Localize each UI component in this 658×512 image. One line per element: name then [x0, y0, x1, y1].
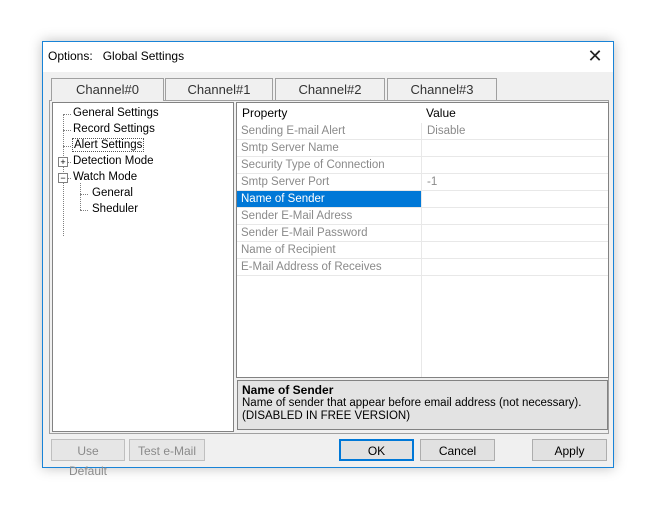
close-icon[interactable]: ✕: [585, 46, 605, 66]
row-property: Sending E-mail Alert: [241, 125, 346, 137]
row-value[interactable]: -1: [421, 174, 608, 190]
grid-row[interactable]: Sender E-Mail Password: [237, 225, 608, 242]
column-header-value: Value: [426, 106, 456, 120]
row-property: Sender E-Mail Adress: [241, 210, 353, 222]
grid-row[interactable]: Sending E-mail Alert Disable: [237, 123, 608, 140]
tab-channel-3[interactable]: Channel#3: [387, 78, 497, 100]
row-property: Smtp Server Name: [241, 142, 339, 154]
window-title: Options: Global Settings: [48, 49, 185, 63]
row-value[interactable]: [421, 191, 608, 207]
use-default-button[interactable]: Use Default: [51, 439, 125, 478]
row-property: Sender E-Mail Password: [241, 227, 368, 239]
row-value[interactable]: [421, 225, 608, 241]
tree-item-general-settings[interactable]: General Settings: [73, 107, 159, 119]
row-value[interactable]: Disable: [421, 123, 608, 139]
row-property: Name of Recipient: [241, 244, 336, 256]
property-grid: Property Value Sending E-mail Alert Disa…: [236, 102, 609, 378]
description-title: Name of Sender: [242, 383, 334, 397]
grid-row-selected[interactable]: Name of Sender: [237, 191, 608, 208]
row-property: Smtp Server Port: [241, 176, 330, 188]
row-value[interactable]: [421, 242, 608, 258]
tab-channel-1[interactable]: Channel#1: [165, 78, 273, 100]
description-line-1: Name of sender that appear before email …: [242, 397, 582, 409]
row-value[interactable]: [421, 259, 608, 275]
row-value[interactable]: [421, 157, 608, 173]
tree-item-watch-mode[interactable]: Watch Mode: [73, 171, 137, 183]
collapse-icon[interactable]: −: [58, 173, 68, 183]
description-line-2: (DISABLED IN FREE VERSION): [242, 410, 411, 422]
tree-item-sheduler[interactable]: Sheduler: [92, 203, 138, 215]
test-email-button[interactable]: Test e-Mail: [129, 439, 205, 461]
tree-line: [63, 146, 71, 147]
column-header-property: Property: [242, 106, 288, 120]
grid-row[interactable]: Smtp Server Port -1: [237, 174, 608, 191]
row-property: E-Mail Address of Receives: [241, 261, 382, 273]
row-property: Security Type of Connection: [241, 159, 385, 171]
tree-line: [80, 194, 88, 195]
tree-line: [63, 114, 71, 115]
grid-row[interactable]: Name of Recipient: [237, 242, 608, 259]
grid-row[interactable]: E-Mail Address of Receives: [237, 259, 608, 276]
title-bar: Options: Global Settings ✕: [43, 42, 613, 72]
tree-line: [80, 210, 88, 211]
settings-tree: General Settings Record Settings Alert S…: [52, 102, 234, 432]
apply-button[interactable]: Apply: [532, 439, 607, 461]
cancel-button[interactable]: Cancel: [420, 439, 495, 461]
tree-line: [80, 183, 81, 210]
grid-row[interactable]: Sender E-Mail Adress: [237, 208, 608, 225]
tree-item-alert-settings[interactable]: Alert Settings: [71, 138, 145, 152]
ok-button[interactable]: OK: [339, 439, 414, 461]
property-description: Name of Sender Name of sender that appea…: [237, 380, 608, 430]
row-property: Name of Sender: [237, 191, 421, 207]
tab-channel-0[interactable]: Channel#0: [51, 78, 164, 101]
row-value[interactable]: [421, 208, 608, 224]
options-dialog: Options: Global Settings ✕ Channel#0 Cha…: [42, 41, 614, 478]
tree-item-general[interactable]: General: [92, 187, 133, 199]
tree-line: [63, 130, 71, 131]
tree-item-detection-mode[interactable]: Detection Mode: [73, 155, 154, 167]
expand-icon[interactable]: +: [58, 157, 68, 167]
grid-row[interactable]: Security Type of Connection: [237, 157, 608, 174]
row-value[interactable]: [421, 140, 608, 156]
grid-row[interactable]: Smtp Server Name: [237, 140, 608, 157]
tree-item-record-settings[interactable]: Record Settings: [73, 123, 155, 135]
tab-channel-2[interactable]: Channel#2: [275, 78, 385, 100]
grid-header: Property Value: [237, 103, 608, 123]
